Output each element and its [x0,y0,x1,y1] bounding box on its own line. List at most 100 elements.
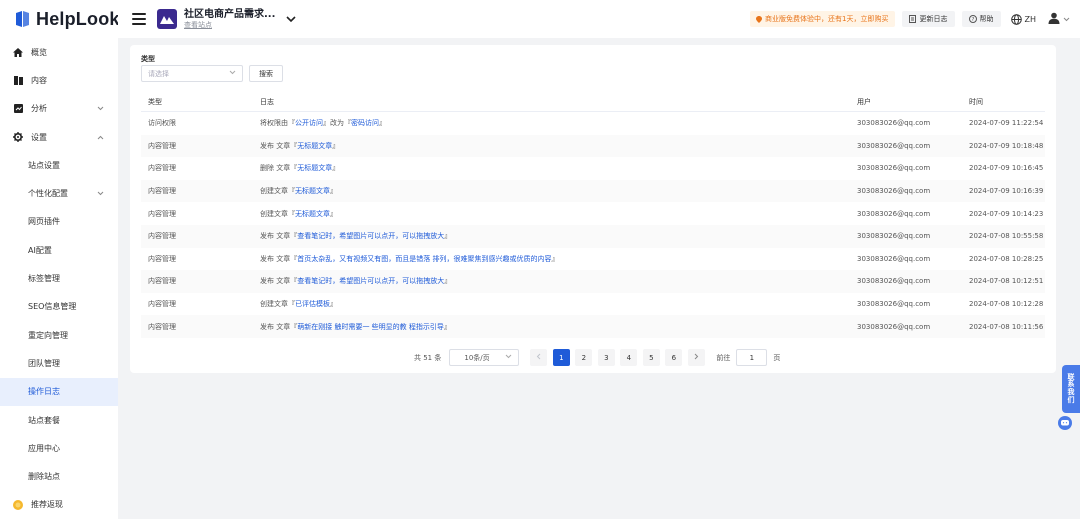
sidebar-item-label: 操作日志 [28,387,60,397]
log-text: 创建文章『 [260,209,295,218]
log-link[interactable]: 密码访问 [351,119,379,127]
chat-bubble-icon[interactable] [1058,416,1072,430]
log-text: 』 [330,209,337,218]
page-button-2[interactable]: 2 [575,349,593,366]
sidebar-item-analytics[interactable]: 分析 [0,95,118,123]
sidebar-item-redirect[interactable]: 重定向管理 [0,321,118,349]
chevron-up-icon [96,133,104,141]
help-label: 帮助 [979,15,994,23]
user-avatar-icon [1048,12,1060,26]
sidebar-item-team[interactable]: 团队管理 [0,349,118,377]
cell-type: 内容管理 [148,300,176,309]
sidebar-item-seo[interactable]: SEO信息管理 [0,293,118,321]
site-avatar[interactable] [157,9,177,29]
sidebar-item-overview[interactable]: 概览 [0,38,118,66]
cell-type: 内容管理 [148,277,176,286]
sidebar-item-label: 团队管理 [28,358,60,368]
goto-page-input[interactable]: 1 [736,349,768,366]
log-text: 』 [379,119,386,128]
page-button-1[interactable]: 1 [552,349,570,366]
type-select[interactable]: 请选择 [141,65,243,82]
log-link[interactable]: 无标题文章 [297,164,332,172]
sidebar-item-referral[interactable]: 推荐返现 [0,491,118,519]
log-link[interactable]: 首页太杂乱，又有视频又有图，而且是错落 排列，很难聚焦到感兴趣或优质的内容 [297,255,551,263]
site-name[interactable]: 社区电商产品需求... [184,9,275,21]
sidebar-item-site-plan[interactable]: 站点套餐 [0,406,118,434]
page-button-6[interactable]: 6 [665,349,683,366]
sidebar-item-delete-site[interactable]: 删除站点 [0,462,118,490]
sidebar-item-ai-config[interactable]: AI配置 [0,236,118,264]
contact-us-button[interactable]: 联 系 我 们 [1062,365,1080,413]
sidebar-item-tags[interactable]: 标签管理 [0,264,118,292]
site-switch-chevron-icon[interactable] [285,14,297,24]
cell-user: 303083026@qq.com [857,164,931,173]
search-button[interactable]: 搜索 [249,65,283,82]
language-switcher[interactable]: ZH [1010,13,1036,25]
sidebar-item-operation-log[interactable]: 操作日志 [0,377,118,406]
header-actions: 商业版免费体验中，还有1天，立即购买 更新日志 ? 帮助 ZH [750,11,1080,27]
trial-text: 商业版免费体验中，还有1天，立即购买 [765,15,889,23]
view-site-link[interactable]: 查看站点 [184,21,275,29]
gear-icon [12,132,24,143]
table-header: 类型 日志 用户 时间 [141,92,1045,112]
changelog-button[interactable]: 更新日志 [901,11,955,27]
sidebar-item-content[interactable]: 内容 [0,66,118,94]
log-text: 』 [443,322,451,331]
log-text: 』 [332,141,340,150]
sidebar-item-label: 标签管理 [28,274,60,284]
user-menu[interactable] [1048,12,1070,26]
log-link[interactable]: 公开访问 [295,119,323,127]
cell-type: 内容管理 [148,164,176,173]
sidebar-item-label: 应用中心 [28,443,60,453]
cell-time: 2024-07-09 10:16:39 [969,187,1044,196]
sidebar-item-site-settings[interactable]: 站点设置 [0,151,118,179]
book-icon [12,75,24,85]
page-size-select[interactable]: 10条/页 [449,349,520,366]
log-link[interactable]: 萌新在刚接 触时需要一 些明显的教 程指示引导 [297,323,444,331]
cell-log: 创建文章『已评估模板』 [253,299,850,309]
trial-banner[interactable]: 商业版免费体验中，还有1天，立即购买 [750,11,895,27]
table-row: 内容管理 发布 文章『查看笔记时，希望图片可以点开，可以拖拽放大』 30308302… [141,224,1045,248]
log-text: 发布 文章『 [260,141,298,150]
log-link[interactable]: 无标题文章 [297,142,332,150]
log-link[interactable]: 无标题文章 [295,210,330,218]
table-row: 内容管理 发布 文章『查看笔记时，希望图片可以点开，可以拖拽放大』 30308302… [141,270,1045,293]
sidebar-item-settings[interactable]: 设置 [0,123,118,151]
sidebar-item-app-center[interactable]: 应用中心 [0,434,118,462]
log-link[interactable]: 已评估模板 [295,300,330,308]
operation-log-panel: 类型 请选择 搜索 类型 日志 用户 时间 访问权限 将权限由『公开访问』改为『密… [130,45,1056,373]
page-button-3[interactable]: 3 [597,349,615,366]
globe-icon [1010,13,1022,25]
coin-icon [12,499,24,510]
top-header: 社区电商产品需求... 查看站点 商业版免费体验中，还有1天，立即购买 更新日志… [118,0,1080,38]
hamburger-menu-icon[interactable] [132,13,146,25]
cell-type: 内容管理 [148,232,176,241]
log-link[interactable]: 无标题文章 [295,187,330,195]
page-button-4[interactable]: 4 [620,349,638,366]
next-page-button[interactable] [687,349,705,366]
location-pin-icon [756,16,763,23]
page-button-5[interactable]: 5 [642,349,660,366]
help-button[interactable]: ? 帮助 [961,11,1001,27]
log-link[interactable]: 查看笔记时，希望图片可以点开，可以拖拽放大 [297,277,444,285]
sidebar-item-label: SEO信息管理 [28,302,77,312]
table-row: 内容管理 创建文章『无标题文章』 303083026@qq.com 2024-07-0… [141,179,1045,203]
cell-time: 2024-07-08 10:12:51 [969,277,1044,286]
table-row: 访问权限 将权限由『公开访问』改为『密码访问』 303083026@qq.com 20… [141,112,1045,135]
cell-log: 发布 文章『无标题文章』 [253,141,850,151]
home-icon [12,47,24,57]
cell-user: 303083026@qq.com [857,119,931,128]
prev-page-button[interactable] [530,349,548,366]
goto-suffix: 页 [773,353,781,362]
log-link[interactable]: 查看笔记时，希望图片可以点开，可以拖拽放大 [297,232,444,240]
column-header-type: 类型 [148,97,162,106]
chevron-down-icon [229,70,236,77]
chart-icon [12,104,24,114]
log-text: 』 [330,300,337,309]
log-text: 』 [551,254,559,263]
sidebar-item-label: 设置 [31,132,47,142]
logo-text: HelpLook [36,8,120,29]
sidebar-item-personalization[interactable]: 个性化配置 [0,179,118,207]
sidebar-item-web-plugin[interactable]: 网页插件 [0,208,118,236]
logo[interactable]: HelpLook [0,0,120,38]
